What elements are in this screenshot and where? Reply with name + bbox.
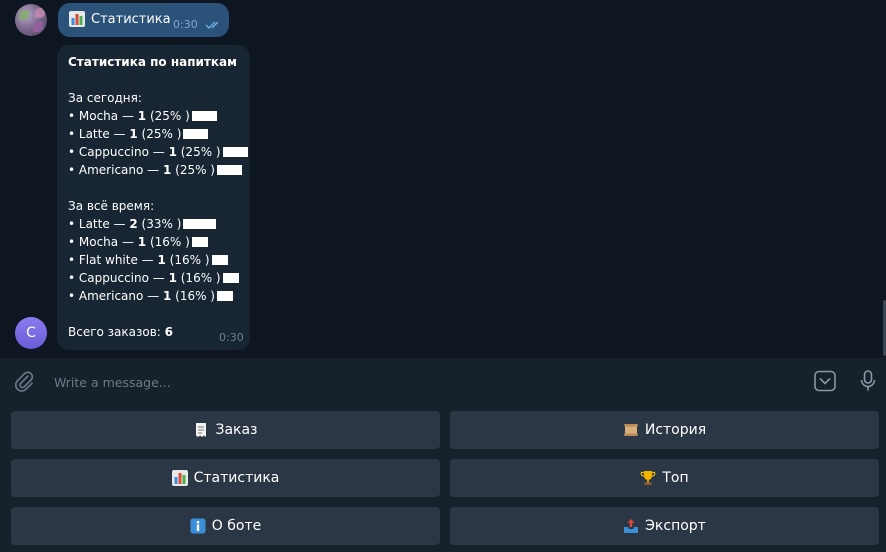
drink-percent: (25% ) <box>176 145 221 159</box>
drink-name: • Latte — <box>68 217 130 231</box>
outbox-tray-icon <box>624 519 639 533</box>
total-value: 6 <box>164 325 174 339</box>
double-check-icon <box>205 21 219 29</box>
bar-chart-icon <box>69 11 85 27</box>
drink-stat-line: • Mocha — 1 (25% ) <box>68 108 217 124</box>
drink-count: 1 <box>157 253 166 267</box>
drink-stat-line: • Latte — 2 (33% ) <box>68 216 217 232</box>
scroll-icon <box>623 424 638 436</box>
receipt-icon <box>196 423 207 437</box>
microphone-icon[interactable] <box>858 369 878 393</box>
total-label: Всего заказов: <box>68 325 165 339</box>
alltime-header: За всё время: <box>68 199 155 213</box>
composer <box>0 358 886 404</box>
drink-count: 1 <box>168 145 177 159</box>
message-time: 0:30 <box>173 18 198 31</box>
button-label: История <box>644 422 707 438</box>
drink-stat-line: • Flat white — 1 (16% ) <box>68 252 228 268</box>
drink-percent: (16% ) <box>171 289 215 303</box>
order-button[interactable]: Заказ <box>11 411 440 449</box>
percent-bar <box>191 237 208 247</box>
trophy-icon <box>641 471 656 485</box>
percent-bar <box>217 291 233 301</box>
drink-stat-line: • Americano — 1 (16% ) <box>68 288 233 304</box>
paperclip-icon[interactable] <box>13 370 35 392</box>
drink-percent: (33% ) <box>137 217 182 231</box>
drink-stat-line: • Cappuccino — 1 (16% ) <box>68 270 239 286</box>
button-label: Экспорт <box>645 518 706 534</box>
chat-area: Статистика 0:30 Статистика по напиткам З… <box>0 0 886 358</box>
reply-keyboard: Заказ История Статистика Топ О боте Эксп… <box>0 404 886 552</box>
drink-percent: (25% ) <box>171 163 215 177</box>
drink-count: 2 <box>129 217 138 231</box>
drink-name: • Mocha — <box>68 109 138 123</box>
incoming-message[interactable]: Статистика по напиткам За сегодня: • Moc… <box>57 45 250 350</box>
bar-chart-icon <box>171 470 188 486</box>
info-icon <box>190 518 206 534</box>
history-button[interactable]: История <box>450 411 879 449</box>
drink-percent: (16% ) <box>146 235 190 249</box>
drink-count: 1 <box>137 109 147 123</box>
drink-stat-line: • Mocha — 1 (16% ) <box>68 234 208 250</box>
outgoing-message[interactable]: Статистика 0:30 <box>58 3 229 37</box>
percent-bar <box>183 219 217 229</box>
message-time: 0:30 <box>219 331 244 344</box>
percent-bar <box>222 147 248 157</box>
percent-bar <box>222 273 239 283</box>
drink-count: 1 <box>168 271 177 285</box>
percent-bar <box>217 165 242 175</box>
message-input[interactable] <box>52 370 796 394</box>
button-label: Топ <box>662 470 689 486</box>
message-text: Статистика <box>91 12 171 27</box>
drink-stat-line: • Latte — 1 (25% ) <box>68 126 209 142</box>
percent-bar <box>211 255 228 265</box>
drink-percent: (25% ) <box>146 109 190 123</box>
top-button[interactable]: Топ <box>450 459 879 497</box>
bot-avatar[interactable]: C <box>15 317 47 349</box>
drink-name: • Mocha — <box>68 235 138 249</box>
drink-count: 1 <box>137 235 147 249</box>
drink-name: • Americano — <box>68 289 163 303</box>
percent-bar <box>191 111 217 121</box>
drink-percent: (16% ) <box>165 253 210 267</box>
bot-keyboard-icon[interactable] <box>813 370 837 392</box>
drink-name: • Cappuccino — <box>68 271 169 285</box>
drink-name: • Latte — <box>68 127 130 141</box>
button-label: О боте <box>211 518 262 534</box>
drink-name: • Flat white — <box>68 253 158 267</box>
drink-stat-line: • Cappuccino — 1 (25% ) <box>68 144 248 160</box>
user-avatar[interactable] <box>15 4 47 36</box>
drink-name: • Cappuccino — <box>68 145 169 159</box>
total-orders: Всего заказов: 6 <box>68 324 173 340</box>
button-label: Заказ <box>215 422 258 438</box>
drink-stat-line: • Americano — 1 (25% ) <box>68 162 242 178</box>
export-button[interactable]: Экспорт <box>450 507 879 545</box>
button-label: Статистика <box>193 470 280 486</box>
about-bot-button[interactable]: О боте <box>11 507 440 545</box>
drink-percent: (16% ) <box>176 271 221 285</box>
drink-percent: (25% ) <box>137 127 182 141</box>
today-header: За сегодня: <box>68 91 142 105</box>
stats-title: Статистика по напиткам <box>68 55 237 69</box>
drink-count: 1 <box>129 127 138 141</box>
statistics-button[interactable]: Статистика <box>11 459 440 497</box>
percent-bar <box>183 129 209 139</box>
drink-name: • Americano — <box>68 163 163 177</box>
